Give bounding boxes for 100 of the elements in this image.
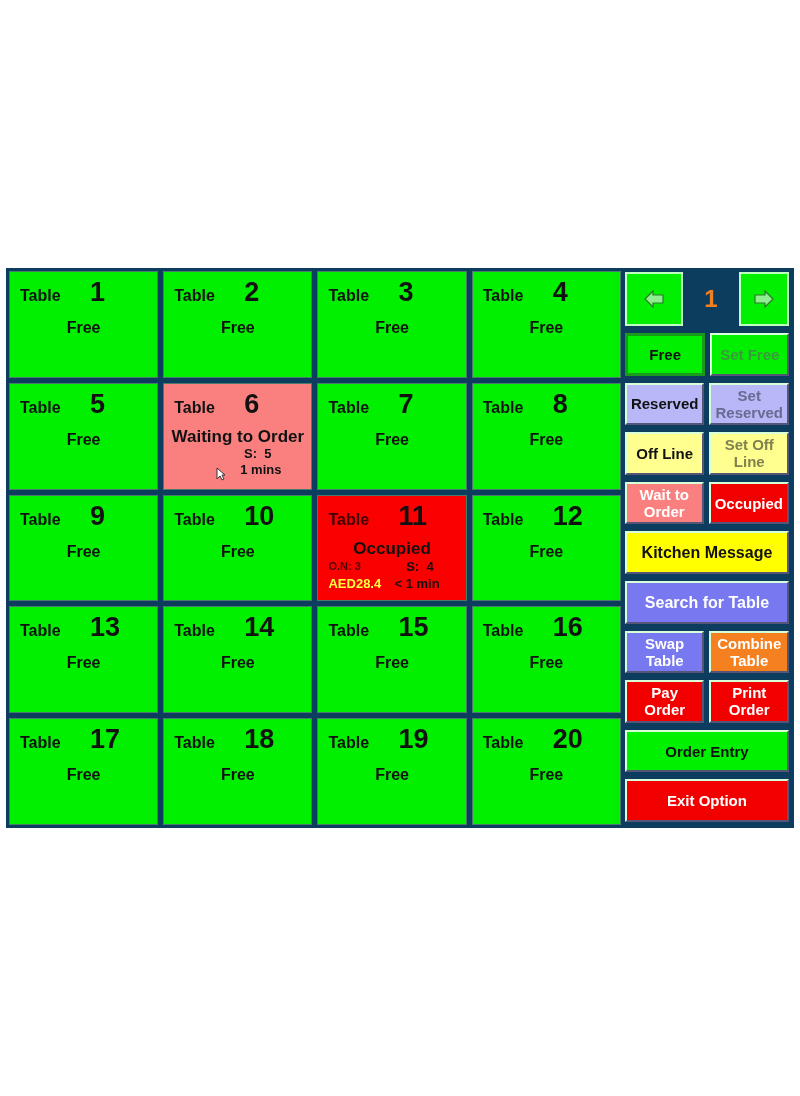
- table-label: Table: [174, 286, 216, 306]
- table-number: 10: [244, 499, 275, 532]
- table-tile[interactable]: Table 7 Free: [317, 382, 467, 490]
- table-status: Free: [375, 653, 409, 674]
- table-status: Free: [220, 765, 255, 786]
- table-number: 17: [90, 723, 121, 756]
- table-status: Free: [375, 765, 409, 786]
- table-number: 12: [552, 499, 583, 532]
- table-label: Table: [328, 733, 371, 754]
- table-tile[interactable]: Table 17 Free: [9, 718, 159, 825]
- table-status: Free: [66, 429, 101, 450]
- table-tile[interactable]: Table 10 Free: [163, 494, 313, 602]
- action-button[interactable]: Pay Order: [624, 680, 705, 723]
- table-tile[interactable]: Table 15 Free: [317, 606, 467, 714]
- action-button[interactable]: Occupied: [708, 481, 789, 525]
- table-number: 16: [552, 611, 583, 644]
- table-status: Free: [220, 541, 255, 562]
- table-number: 19: [398, 723, 429, 756]
- table-number: 3: [398, 276, 414, 308]
- table-tile[interactable]: Table 14 Free: [163, 606, 313, 714]
- action-button[interactable]: Print Order: [709, 680, 789, 723]
- table-tile[interactable]: Table 9 Free: [9, 494, 159, 602]
- table-label: Table: [20, 286, 62, 306]
- table-tile[interactable]: Table 6 Waiting to Order S: 5 1 mins: [163, 382, 313, 490]
- table-label: Table: [20, 509, 62, 530]
- table-tile[interactable]: Table 19 Free: [317, 718, 467, 825]
- table-status: Free: [529, 429, 564, 450]
- left-arrow-icon: [643, 290, 664, 308]
- table-label: Table: [328, 397, 371, 418]
- table-number: 13: [90, 611, 121, 644]
- action-button[interactable]: Reserved: [624, 382, 705, 426]
- action-button[interactable]: Exit Option: [624, 779, 789, 822]
- action-button[interactable]: Swap Table: [624, 630, 705, 674]
- table-tile[interactable]: Table 4 Free: [471, 271, 621, 378]
- table-status: Free: [529, 653, 564, 674]
- table-label: Table: [482, 621, 525, 642]
- table-label: Table: [20, 733, 62, 754]
- table-number: 1: [90, 276, 106, 308]
- table-tile[interactable]: Table 8 Free: [471, 382, 621, 490]
- table-number: 14: [244, 611, 275, 644]
- table-status: Free: [66, 318, 101, 338]
- table-label: Table: [20, 397, 62, 418]
- table-status: Free: [66, 653, 101, 674]
- table-number: 15: [398, 611, 429, 644]
- table-label: Table: [174, 509, 216, 530]
- order-amount: AED28.4: [328, 574, 382, 592]
- table-label: Table: [328, 621, 371, 642]
- table-label: Table: [482, 509, 525, 530]
- table-tile[interactable]: Table 20 Free: [471, 718, 621, 825]
- table-status: Free: [66, 541, 101, 562]
- table-label: Table: [174, 621, 216, 642]
- elapsed-time: < 1 min: [394, 574, 440, 592]
- table-number: 7: [398, 387, 414, 420]
- table-tile[interactable]: Table 5 Free: [9, 382, 159, 490]
- table-tile[interactable]: Table 3 Free: [317, 271, 467, 378]
- table-number: 8: [552, 387, 568, 420]
- table-status: Free: [66, 765, 101, 786]
- seat-count: S: 4: [406, 557, 434, 575]
- action-button[interactable]: Off Line: [624, 432, 705, 475]
- table-number: 9: [90, 499, 106, 532]
- table-label: Table: [482, 397, 525, 418]
- table-tile[interactable]: Table 11 Occupied O.N: 3 S: 4 AED28.4 < 1 min: [317, 494, 467, 602]
- table-status: Free: [529, 318, 564, 338]
- table-number: 2: [244, 276, 260, 308]
- table-status: Free: [220, 653, 255, 674]
- table-number: 11: [398, 499, 427, 532]
- table-tile[interactable]: Table 1 Free: [9, 271, 159, 378]
- next-page-button[interactable]: [739, 272, 789, 326]
- table-tile[interactable]: Table 18 Free: [163, 718, 313, 825]
- table-label: Table: [174, 397, 216, 418]
- table-status: Free: [375, 318, 409, 338]
- right-arrow-icon: [754, 290, 774, 308]
- table-tile[interactable]: Table 13 Free: [9, 606, 159, 714]
- elapsed-time: 1 mins: [240, 461, 282, 478]
- previous-page-button[interactable]: [624, 272, 683, 326]
- order-number: O.N: 3: [328, 558, 361, 574]
- table-label: Table: [20, 621, 62, 642]
- table-tile[interactable]: Table 16 Free: [471, 606, 621, 714]
- seat-count: S: 5: [244, 445, 272, 462]
- table-status: Occupied: [353, 539, 431, 558]
- table-number: 5: [90, 387, 106, 420]
- table-number: 6: [244, 387, 260, 420]
- cursor-icon: [216, 466, 227, 481]
- action-button[interactable]: Kitchen Message: [624, 531, 789, 574]
- table-number: 20: [552, 723, 583, 756]
- table-status: Free: [375, 429, 409, 450]
- action-button[interactable]: Search for Table: [624, 580, 789, 624]
- table-status: Free: [529, 765, 564, 786]
- action-button[interactable]: Free: [624, 333, 706, 376]
- table-status: Waiting to Order: [171, 427, 305, 446]
- table-status: Free: [220, 318, 255, 338]
- table-label: Table: [174, 733, 216, 754]
- table-status: Free: [529, 541, 564, 562]
- table-number: 18: [244, 723, 275, 756]
- table-number: 4: [552, 276, 568, 308]
- table-tile[interactable]: Table 2 Free: [163, 271, 313, 378]
- page-number: 1: [704, 284, 718, 314]
- table-tile[interactable]: Table 12 Free: [471, 494, 621, 602]
- action-button[interactable]: Order Entry: [624, 729, 789, 773]
- table-label: Table: [482, 733, 525, 754]
